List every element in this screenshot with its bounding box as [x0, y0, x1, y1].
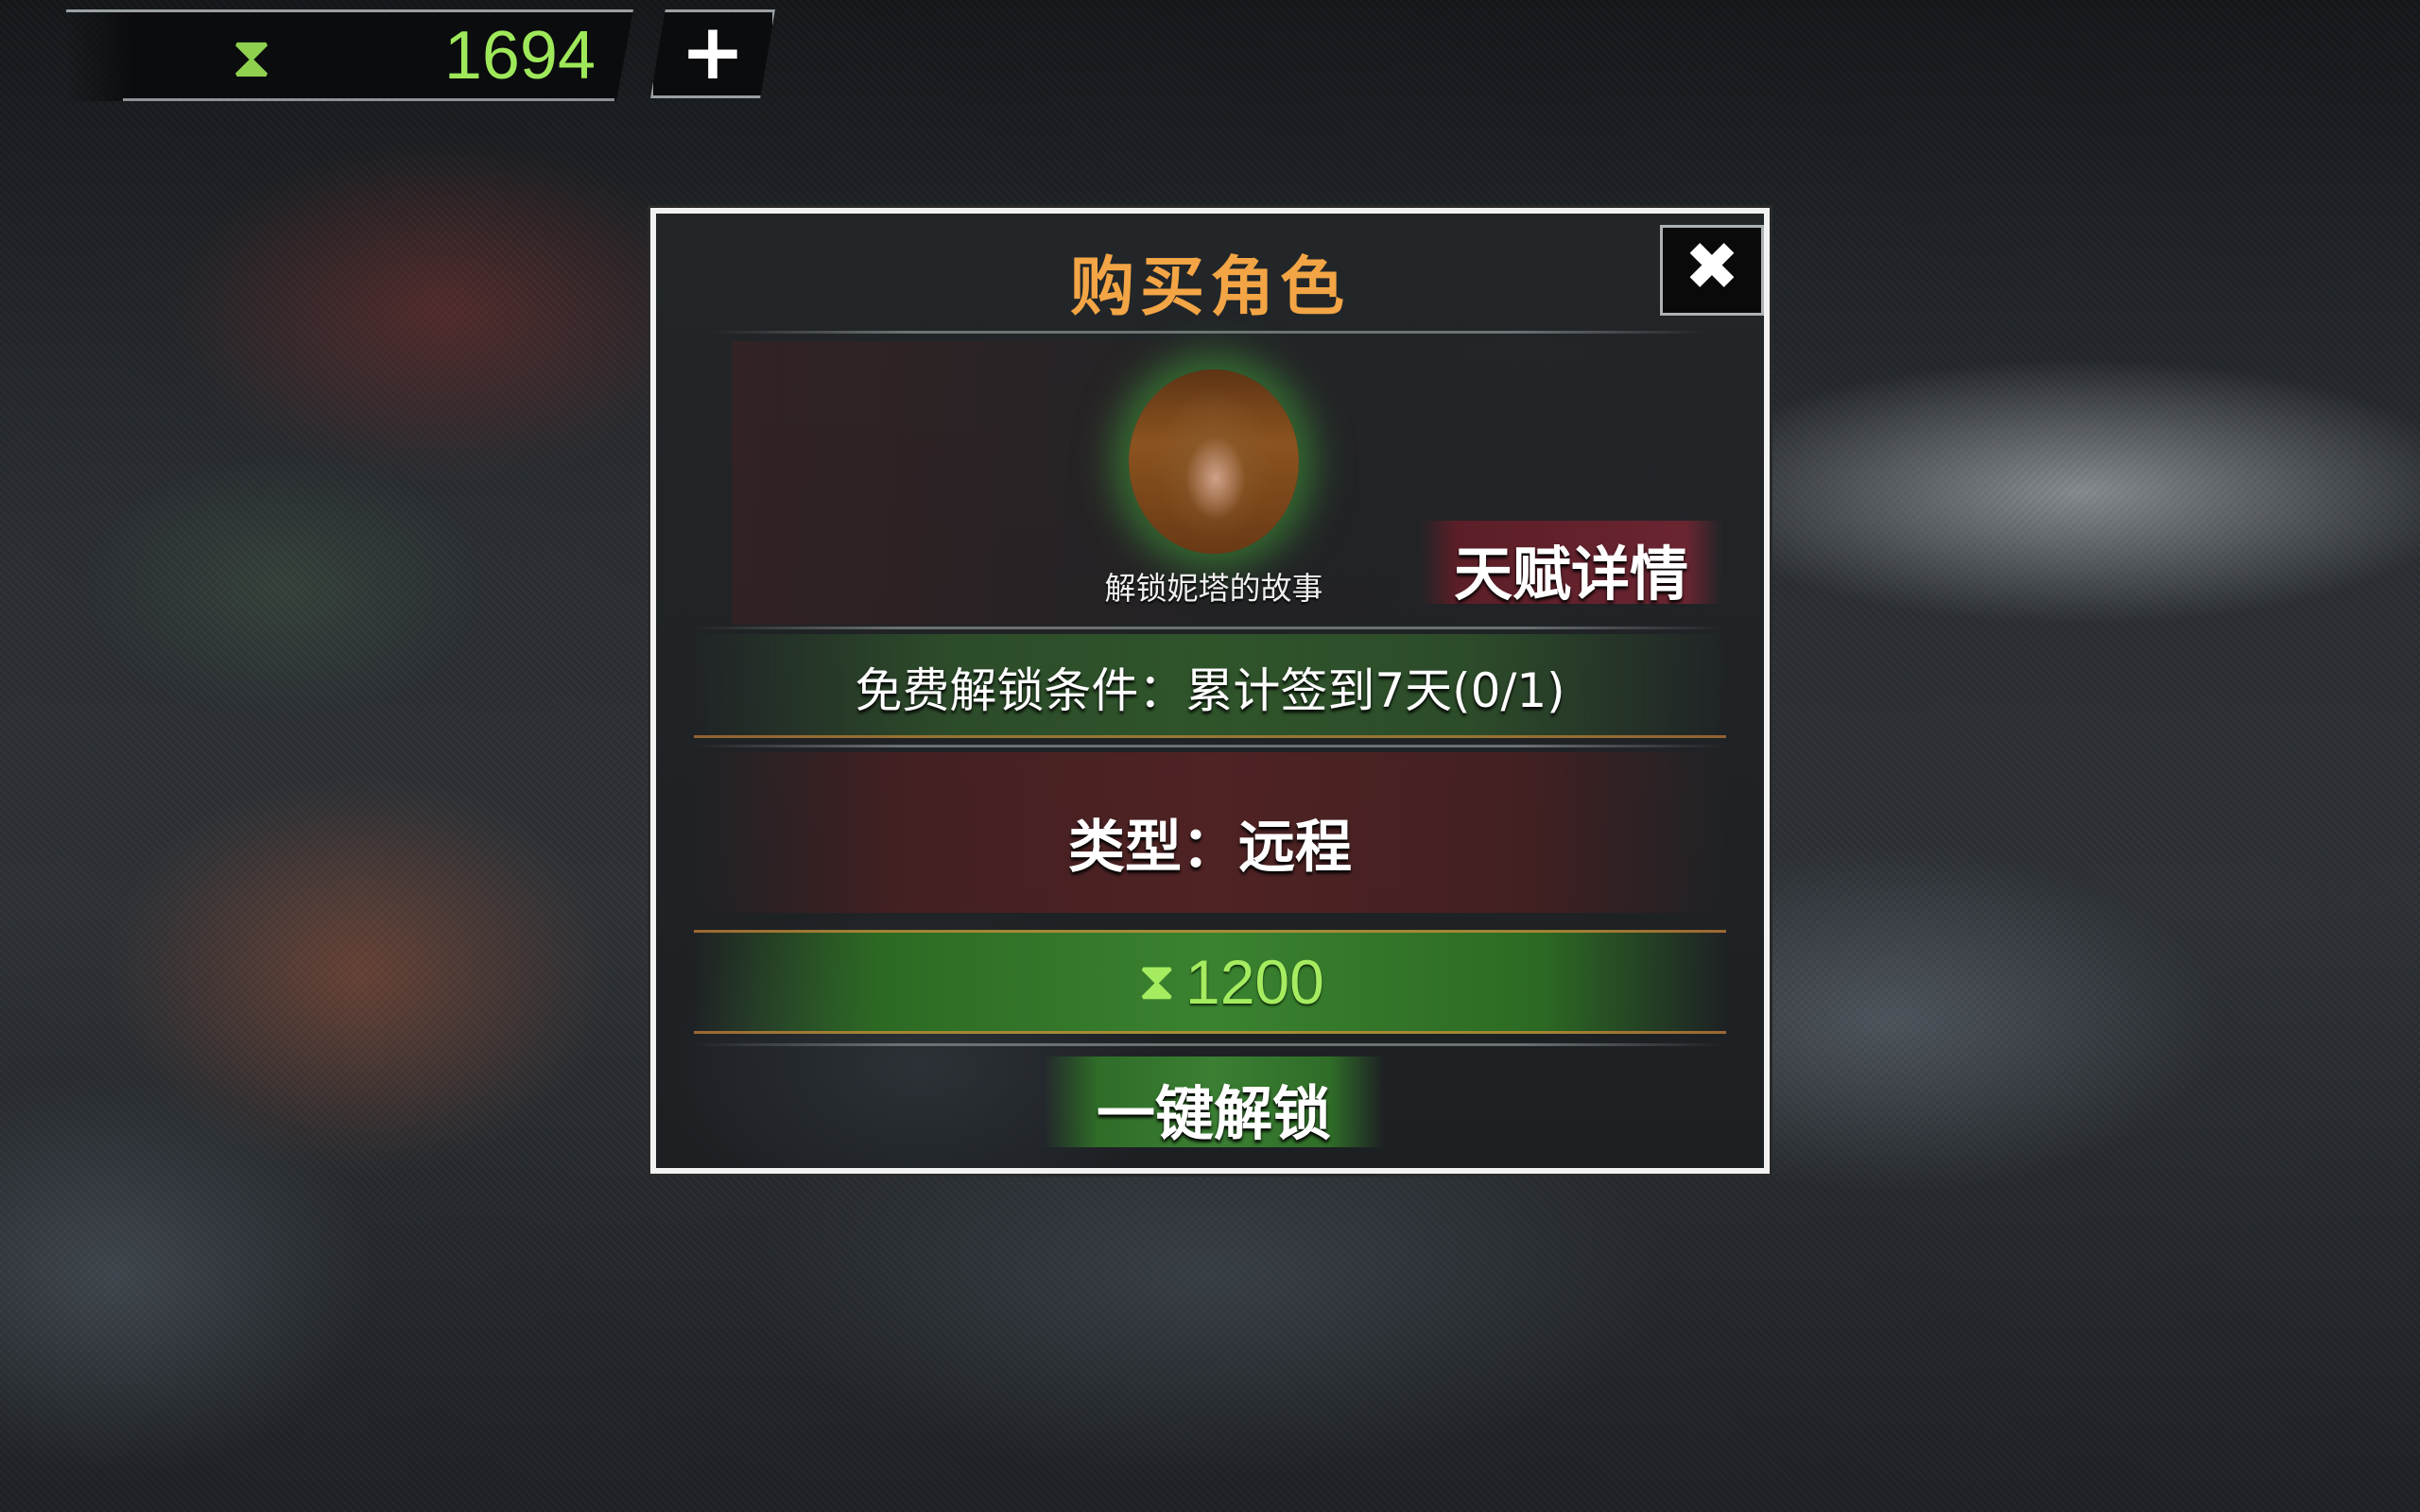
divider [694, 745, 1726, 747]
talent-details-label: 天赋详情 [1453, 540, 1688, 609]
dialog-title: 购买角色 [1069, 250, 1350, 325]
add-currency-button[interactable]: + [650, 9, 775, 98]
talent-details-button[interactable]: 天赋详情 [1420, 521, 1722, 609]
unlock-condition-text: 免费解锁条件：累计签到7天(0/1) [855, 663, 1565, 718]
buy-character-dialog: 购买角色 ✖ 解锁妮塔的故事 天赋详情 免费解锁条件：累计签到7天(0/1) 类… [648, 205, 1772, 1177]
price-amount: 1200 [1185, 947, 1324, 1017]
character-type-band: 类型：远程 [694, 752, 1726, 913]
unlock-condition-band: 免费解锁条件：累计签到7天(0/1) [694, 634, 1726, 738]
game-screen: ⧗ 1694 + 购买角色 ✖ 解锁妮塔的故事 天赋详情 免费解锁条件：累计签到… [0, 0, 2420, 1512]
close-button[interactable]: ✖ [1660, 225, 1764, 316]
plus-icon: + [680, 8, 746, 97]
character-type-text: 类型：远程 [1068, 815, 1352, 881]
divider [694, 1043, 1726, 1046]
hourglass-icon: ⧗ [232, 25, 272, 91]
divider [713, 331, 1707, 334]
divider [694, 627, 1726, 629]
currency-bar: ⧗ 1694 [66, 9, 633, 101]
one-click-unlock-button[interactable]: 一键解锁 [1044, 1057, 1384, 1148]
close-icon: ✖ [1684, 228, 1740, 305]
character-avatar[interactable] [1129, 369, 1299, 554]
price-button[interactable]: ⧗ 1200 [694, 930, 1726, 1034]
currency-amount: 1694 [443, 18, 596, 94]
hourglass-icon: ⧗ [1138, 951, 1176, 1012]
one-click-unlock-label: 一键解锁 [1096, 1079, 1331, 1148]
character-story-caption: 解锁妮塔的故事 [1104, 570, 1323, 607]
